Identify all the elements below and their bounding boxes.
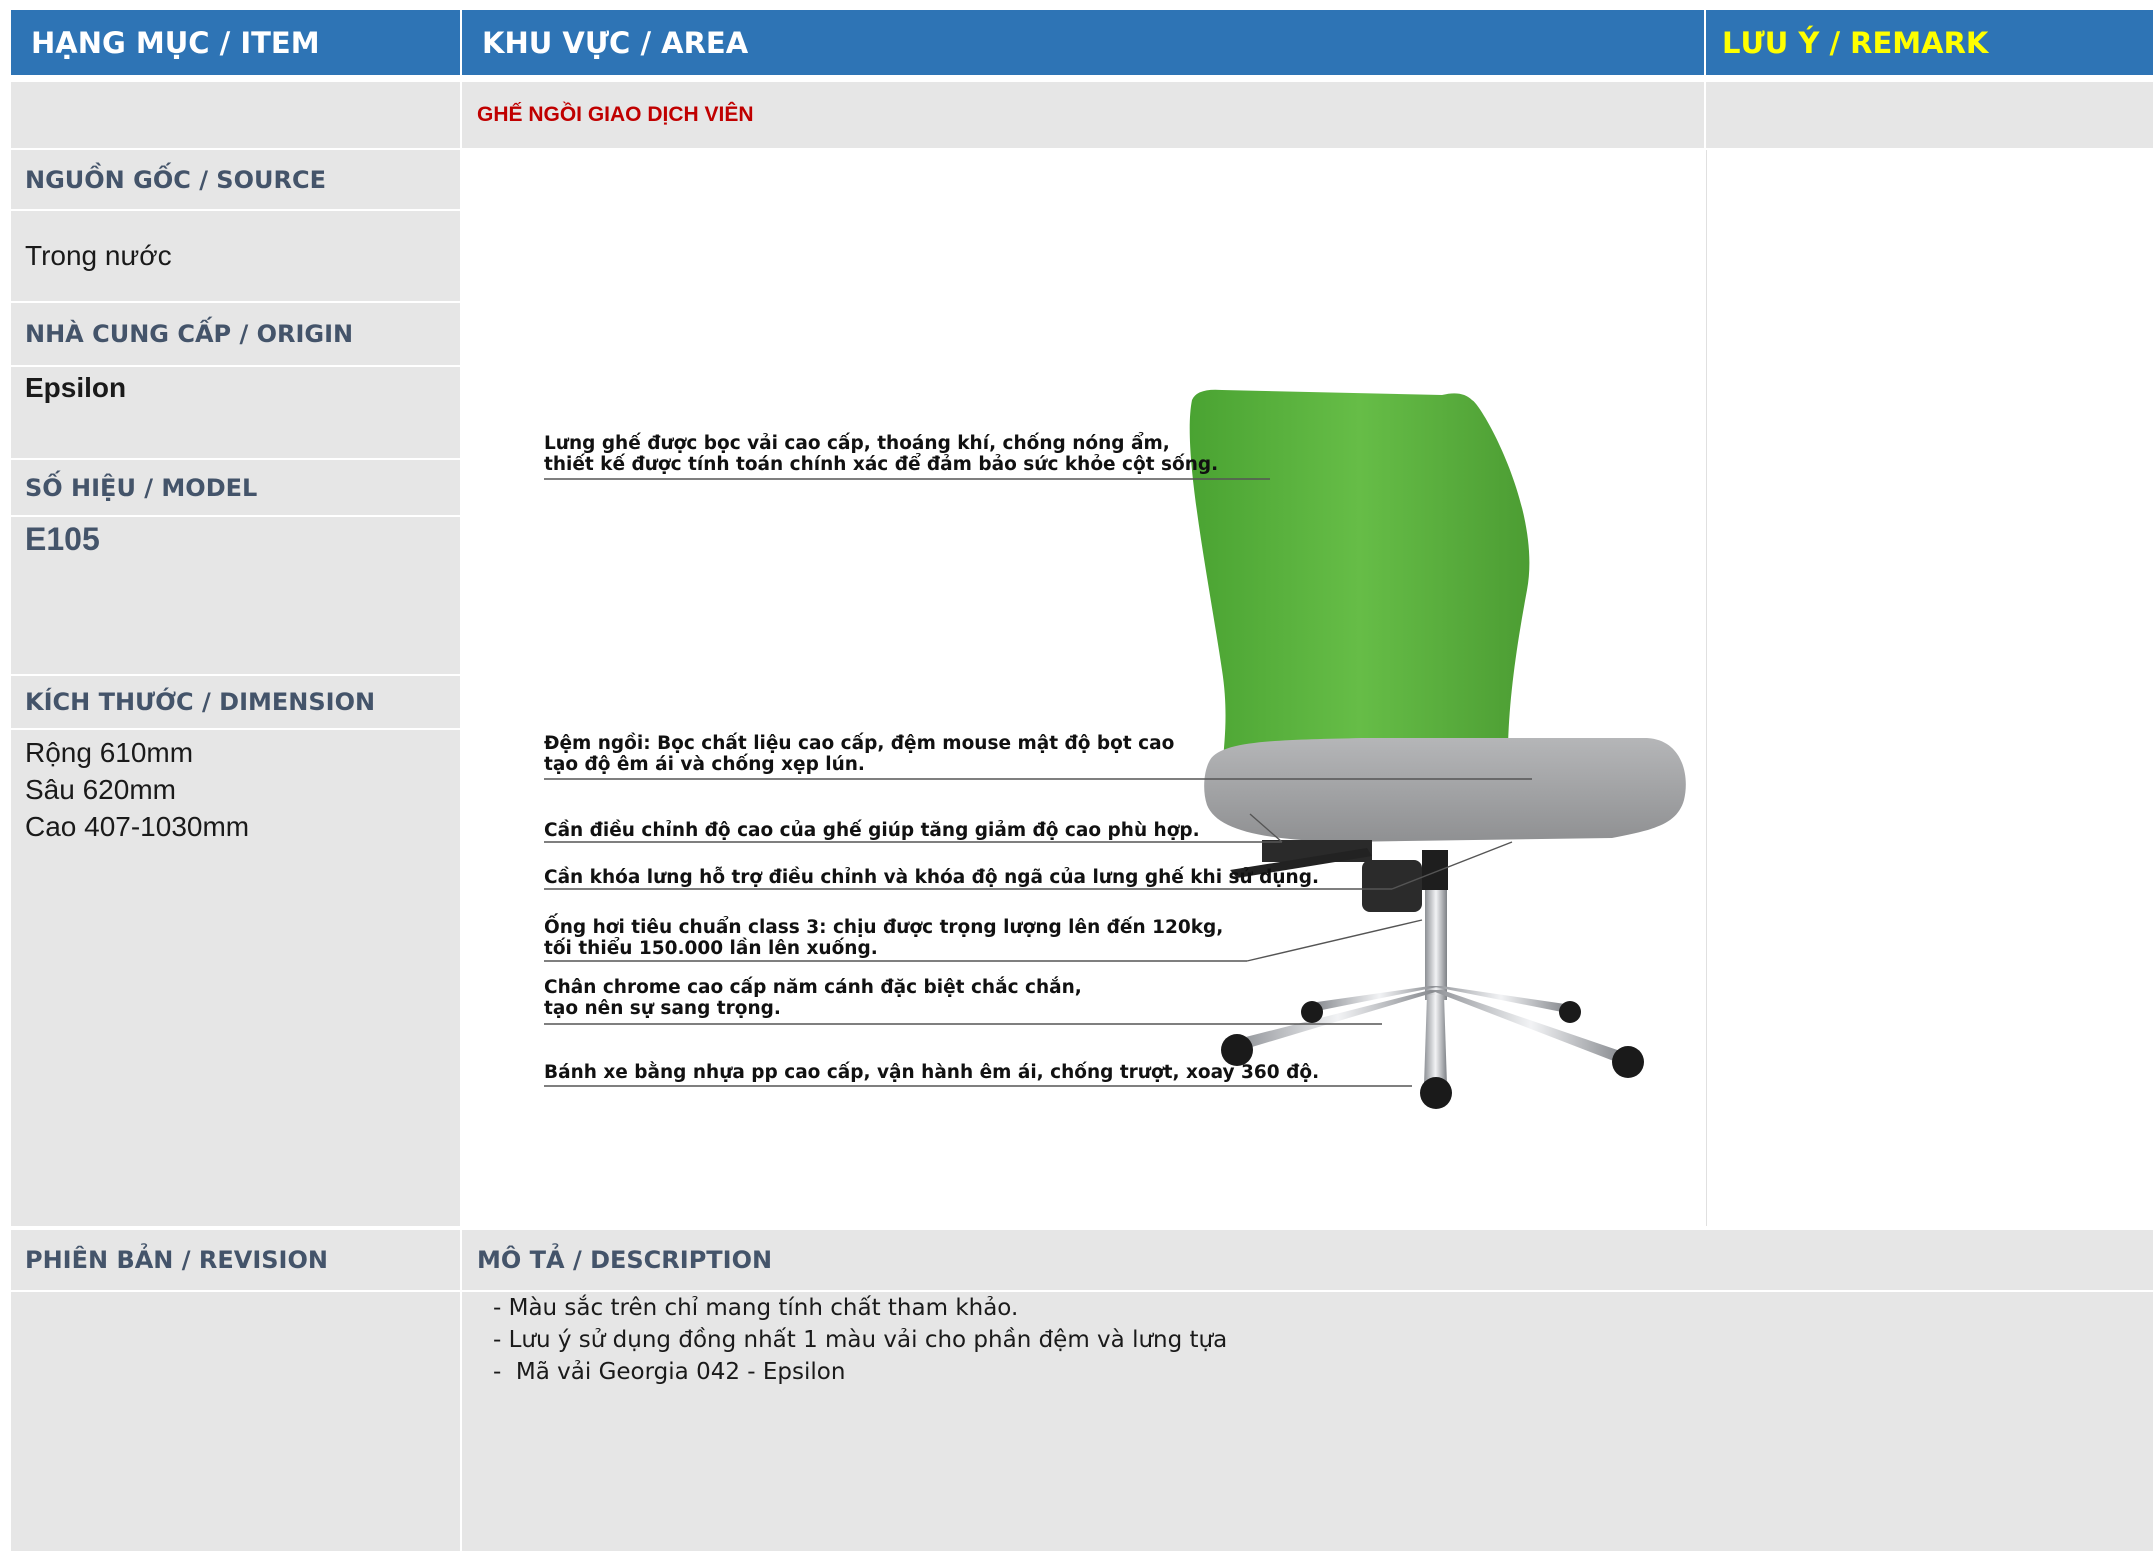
header-area: KHU VỰC / AREA [462, 10, 1704, 75]
annotation-backrest: Lưng ghế được bọc vải cao cấp, thoáng kh… [544, 433, 1219, 475]
annotation-height-lever: Cần điều chỉnh độ cao của ghế giúp tăng … [544, 820, 1200, 841]
annotation-seat: Đệm ngồi: Bọc chất liệu cao cấp, đệm mou… [544, 733, 1175, 775]
model-label: SỐ HIỆU / MODEL [11, 460, 460, 515]
chair-seat [1204, 738, 1686, 842]
revision-cell [11, 1292, 460, 1551]
area-cell: GHẾ NGỒI GIAO DỊCH VIÊN [462, 82, 1704, 148]
description-line: - Mã vải Georgia 042 - Epsilon [493, 1359, 846, 1385]
annotation-chrome-base: Chân chrome cao cấp năm cánh đặc biệt ch… [544, 977, 1082, 1019]
source-value: Trong nước [25, 240, 172, 271]
gas-cylinder-cover [1422, 850, 1448, 890]
dimension-height: Cao 407-1030mm [25, 811, 250, 842]
dimension-cell: Rộng 610mm Sâu 620mm Cao 407-1030mm [11, 730, 460, 1226]
annotation-casters: Bánh xe bằng nhựa pp cao cấp, vận hành ê… [544, 1062, 1320, 1083]
item-area-cell [11, 82, 460, 148]
remark-area-cell [1706, 82, 2153, 148]
description-line: - Lưu ý sử dụng đồng nhất 1 màu vải cho … [493, 1327, 1228, 1353]
origin-label: NHÀ CUNG CẤP / ORIGIN [11, 303, 460, 365]
origin-value: Epsilon [25, 372, 127, 403]
dimension-depth: Sâu 620mm [25, 774, 176, 805]
annotation-back-lock: Cần khóa lưng hỗ trợ điều chỉnh và khóa … [544, 867, 1319, 888]
description-label: MÔ TẢ / DESCRIPTION [462, 1230, 2153, 1290]
source-label: NGUỒN GỐC / SOURCE [11, 150, 460, 209]
description-cell: - Màu sắc trên chỉ mang tính chất tham k… [462, 1292, 2153, 1551]
source-cell: Trong nước [11, 211, 460, 301]
header-item: HẠNG MỤC / ITEM [11, 10, 460, 75]
annotation-gas-cylinder: Ống hơi tiêu chuẩn class 3: chịu được tr… [544, 917, 1224, 959]
dimension-label: KÍCH THƯỚC / DIMENSION [11, 676, 460, 728]
dimension-width: Rộng 610mm [25, 737, 194, 768]
area-value: GHẾ NGỒI GIAO DỊCH VIÊN [477, 103, 754, 126]
description-line: - Màu sắc trên chỉ mang tính chất tham k… [493, 1295, 1019, 1321]
remark-cell [1706, 150, 2153, 1226]
model-cell: E105 [11, 517, 460, 674]
model-value: E105 [25, 521, 100, 557]
origin-cell: Epsilon [11, 367, 460, 458]
header-remark: LƯU Ý / REMARK [1706, 10, 2153, 75]
back-lock-knob [1362, 860, 1422, 912]
gas-cylinder [1425, 890, 1447, 1000]
revision-label: PHIÊN BẢN / REVISION [11, 1230, 460, 1290]
